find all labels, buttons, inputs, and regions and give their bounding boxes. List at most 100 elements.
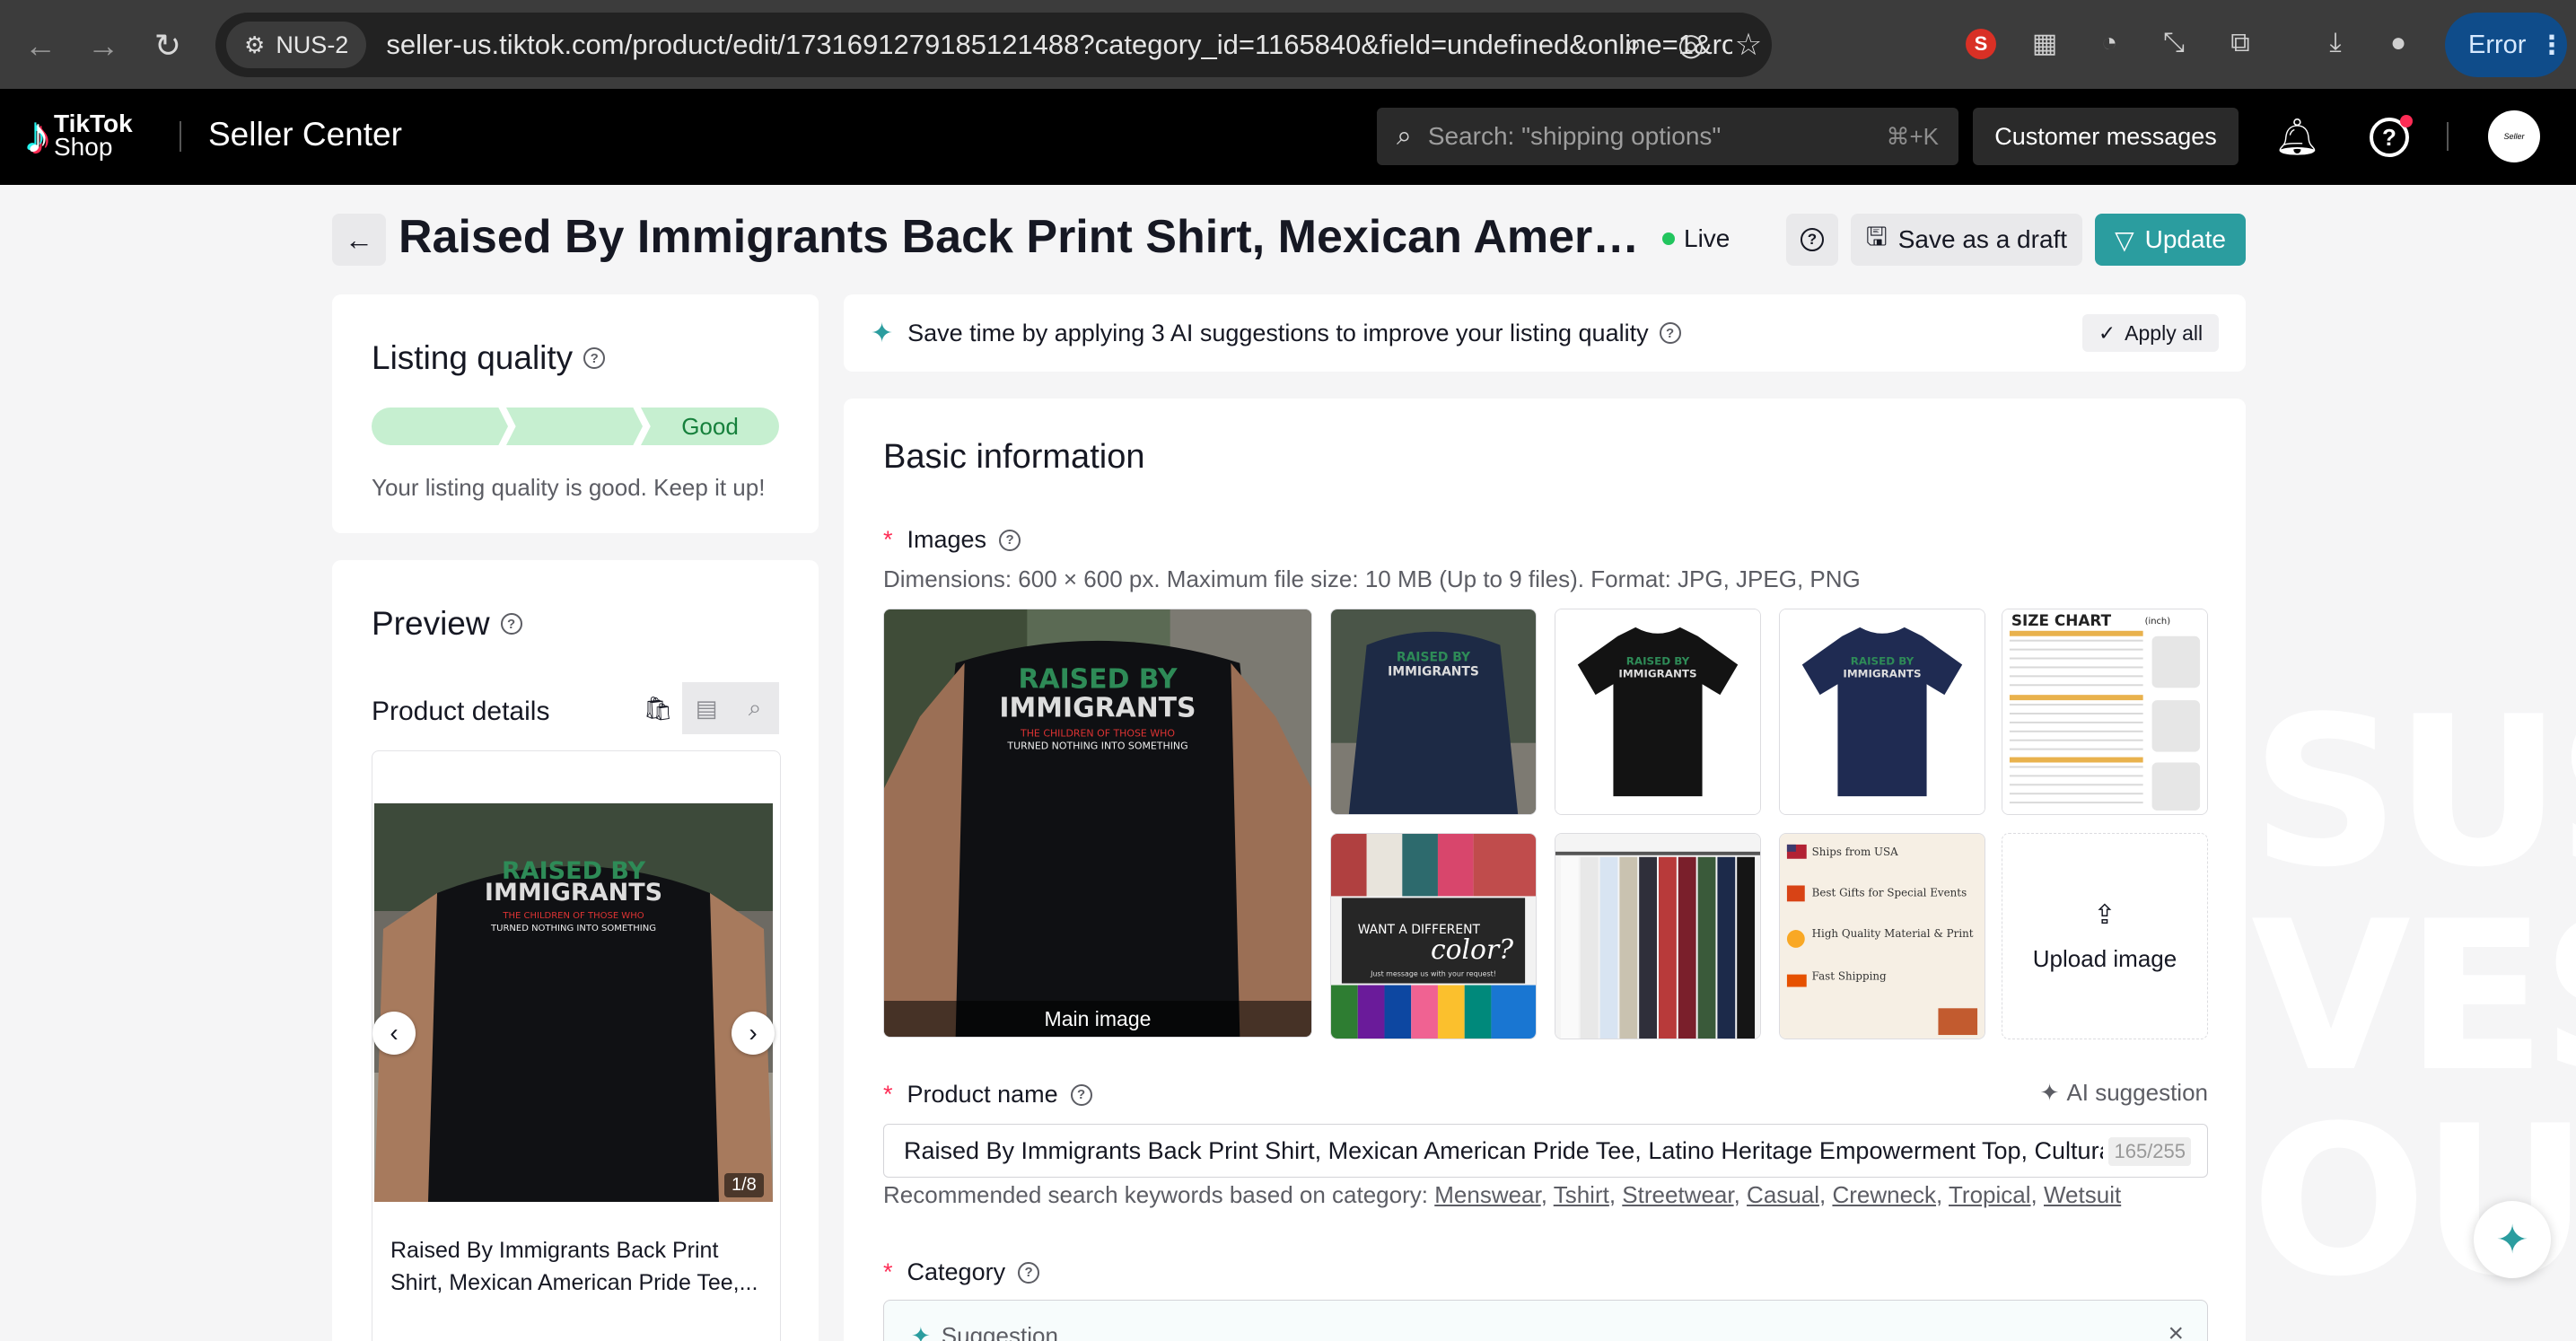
profile-icon[interactable]: ● xyxy=(2380,25,2416,61)
avatar[interactable]: Seller xyxy=(2488,110,2540,162)
browser-back-icon[interactable]: ← xyxy=(20,25,61,66)
carousel-prev-button[interactable]: ‹ xyxy=(372,1012,416,1055)
browser-menu-icon[interactable]: ⋮ xyxy=(2538,30,2564,61)
main-product-image[interactable]: RAISED BY IMMIGRANTS THE CHILDREN OF THO… xyxy=(883,609,1312,1038)
upload-image-button[interactable]: ⇪ Upload image xyxy=(2002,833,2208,1039)
product-image-2[interactable]: RAISED BY IMMIGRANTS xyxy=(1330,609,1537,815)
site-info-chip[interactable]: ⚙ NUS-2 xyxy=(226,22,367,68)
ai-suggestions-banner: ✦ Save time by applying 3 AI suggestions… xyxy=(844,294,2246,372)
category-suggestion-box: ✦ Suggestion × xyxy=(883,1300,2208,1341)
question-icon[interactable]: ? xyxy=(500,613,522,635)
svg-text:TURNED NOTHING INTO SOMETHING: TURNED NOTHING INTO SOMETHING xyxy=(490,924,656,933)
svg-text:IMMIGRANTS: IMMIGRANTS xyxy=(1388,664,1479,679)
section-title: Basic information xyxy=(883,438,1145,476)
svg-text:RAISED BY: RAISED BY xyxy=(1397,650,1471,664)
required-marker: * xyxy=(883,1258,893,1285)
ai-assistant-button[interactable]: ✦ xyxy=(2474,1201,2551,1278)
preview-title: Preview ? xyxy=(372,605,522,643)
image-counter: 1/8 xyxy=(724,1173,764,1197)
product-name-input[interactable]: Raised By Immigrants Back Print Shirt, M… xyxy=(883,1124,2208,1178)
category-field-label: * Category ? xyxy=(883,1258,1040,1286)
keyword-link[interactable]: Wetsuit xyxy=(2044,1181,2121,1208)
browser-reload-icon[interactable]: ↻ xyxy=(147,25,188,66)
browser-error-button[interactable]: Error ⋮ xyxy=(2445,13,2567,77)
global-search-input[interactable]: ⌕ Search: "shipping options" ⌘+K xyxy=(1377,108,1958,165)
product-image-3[interactable]: RAISED BY IMMIGRANTS xyxy=(1555,609,1761,815)
close-icon[interactable]: × xyxy=(2168,1319,2184,1341)
extensions-puzzle-icon[interactable]: ⧉ xyxy=(2222,25,2258,61)
save-disk-icon: 🖫 xyxy=(1865,223,1888,250)
quality-segment-2 xyxy=(506,408,643,445)
keyword-link[interactable]: Menswear xyxy=(1434,1181,1541,1208)
ai-sparkle-icon: ✦ xyxy=(871,318,894,348)
listing-quality-title-text: Listing quality xyxy=(372,339,574,376)
status-label: Live xyxy=(1684,224,1730,252)
question-icon[interactable]: ? xyxy=(999,529,1021,551)
carousel-next-button[interactable]: › xyxy=(732,1012,775,1055)
ai-suggestion-link[interactable]: ✦ AI suggestion xyxy=(2040,1079,2208,1107)
extension-s-icon[interactable]: S xyxy=(1966,29,1996,59)
color-options-image[interactable]: WANT A DIFFERENT color? Just message us … xyxy=(1330,833,1537,1039)
svg-text:(inch): (inch) xyxy=(2145,617,2171,627)
svg-text:RAISED BY: RAISED BY xyxy=(1626,654,1690,667)
keywords-label: Recommended search keywords based on cat… xyxy=(883,1181,1428,1208)
svg-text:THE CHILDREN OF THOSE WHO: THE CHILDREN OF THOSE WHO xyxy=(1020,727,1175,739)
preview-title-text: Preview xyxy=(372,605,490,642)
product-image-4[interactable]: RAISED BY IMMIGRANTS xyxy=(1779,609,1985,815)
extension-lock-icon[interactable]: ◔ xyxy=(2091,25,2127,61)
site-settings-icon: ⚙ xyxy=(244,31,266,58)
eye-off-icon[interactable]: ◎ xyxy=(1673,27,1709,63)
question-icon[interactable]: ? xyxy=(1659,322,1681,344)
required-marker: * xyxy=(883,526,893,553)
keyword-link[interactable]: Tshirt xyxy=(1554,1181,1609,1208)
help-button[interactable]: ? xyxy=(1786,214,1838,266)
question-icon[interactable]: ? xyxy=(1018,1261,1040,1284)
shirt-rack-image[interactable] xyxy=(1555,833,1761,1039)
svg-text:Best Gifts for Special Events: Best Gifts for Special Events xyxy=(1812,886,1967,898)
address-bar[interactable]: ⚙ NUS-2 seller-us.tiktok.com/product/edi… xyxy=(215,13,1772,77)
listing-quality-title: Listing quality ? xyxy=(372,339,606,377)
images-label-text: Images xyxy=(907,526,987,553)
svg-text:IMMIGRANTS: IMMIGRANTS xyxy=(1843,667,1921,679)
quality-progress-bar: Good xyxy=(372,408,779,445)
shopping-bag-icon[interactable]: 🛍︎ xyxy=(634,682,682,734)
apply-all-button[interactable]: ✓ Apply all xyxy=(2082,314,2219,352)
back-button[interactable]: ← xyxy=(332,214,386,266)
keyword-link[interactable]: Streetwear xyxy=(1622,1181,1733,1208)
keyword-link[interactable]: Tropical xyxy=(1949,1181,2031,1208)
question-icon[interactable]: ? xyxy=(583,347,606,369)
bookmark-star-icon[interactable]: ☆ xyxy=(1730,27,1766,63)
question-icon: ? xyxy=(1801,228,1824,251)
tiktok-shop-logo[interactable]: ♪ TikTok Shop xyxy=(25,110,133,161)
live-status-dot xyxy=(1662,232,1675,245)
svg-text:IMMIGRANTS: IMMIGRANTS xyxy=(1618,667,1696,679)
save-draft-button[interactable]: 🖫 Save as a draft xyxy=(1851,214,2082,266)
qr-code-icon[interactable]: ▦ xyxy=(2027,25,2063,61)
update-label: Update xyxy=(2144,225,2226,253)
size-chart-image[interactable]: SIZE CHART (inch) xyxy=(2002,609,2208,815)
features-info-image[interactable]: Ships from USA Best Gifts for Special Ev… xyxy=(1779,833,1985,1039)
search-icon: ⌕ xyxy=(1397,121,1412,151)
arrow-left-icon: ← xyxy=(345,223,373,256)
browser-forward-icon[interactable]: → xyxy=(83,25,124,66)
question-icon[interactable]: ? xyxy=(1070,1083,1092,1106)
download-icon[interactable]: ⤓ xyxy=(2318,25,2353,61)
address-url[interactable]: seller-us.tiktok.com/product/edit/173169… xyxy=(386,29,1732,61)
phone-preview: RAISED BY IMMIGRANTS THE CHILDREN OF THO… xyxy=(372,750,781,1341)
search-placeholder: Search: "shipping options" xyxy=(1427,122,1722,150)
svg-text:color?: color? xyxy=(1431,934,1514,966)
tiktok-note-icon: ♪ xyxy=(25,107,50,163)
svg-text:Just message us with your requ: Just message us with your request! xyxy=(1370,970,1496,978)
extension-tools-icon[interactable]: ⤡ xyxy=(2156,25,2192,61)
upload-arrow-icon: ⇪ xyxy=(2093,900,2116,930)
svg-text:IMMIGRANTS: IMMIGRANTS xyxy=(485,879,662,907)
quality-message: Your listing quality is good. Keep it up… xyxy=(372,474,766,501)
update-button[interactable]: ▽ Update xyxy=(2095,214,2246,266)
storefront-icon[interactable]: ▤ xyxy=(682,682,731,734)
keyword-link[interactable]: Crewneck xyxy=(1832,1181,1936,1208)
notification-bell-icon[interactable]: 🔔︎ xyxy=(2274,116,2320,158)
zoom-search-icon[interactable]: ⌕ xyxy=(1616,27,1652,62)
customer-messages-button[interactable]: Customer messages xyxy=(1973,108,2239,165)
keyword-link[interactable]: Casual xyxy=(1747,1181,1819,1208)
search-preview-icon[interactable]: ⌕ xyxy=(731,682,779,734)
